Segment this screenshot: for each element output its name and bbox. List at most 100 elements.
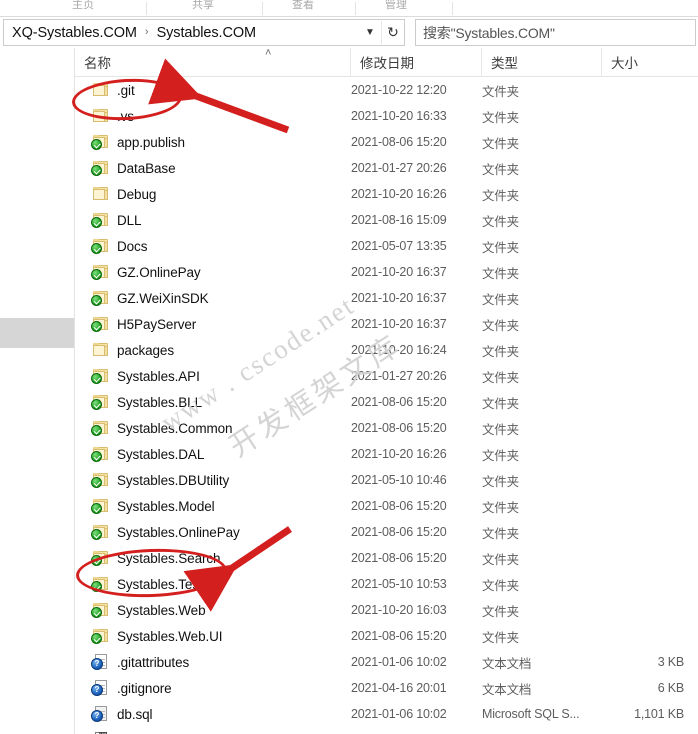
status-check-overlay-icon xyxy=(91,451,102,462)
navigation-pane[interactable] xyxy=(0,48,75,734)
column-header-size[interactable]: 大小 xyxy=(601,48,698,76)
status-check-overlay-icon xyxy=(91,425,102,436)
table-row[interactable]: .vs2021-10-20 16:33文件夹 xyxy=(75,103,698,129)
file-name-label: .git xyxy=(117,83,135,98)
breadcrumb-item-root[interactable]: XQ-Systables.COM xyxy=(4,25,139,41)
cell-name: app.publish xyxy=(76,134,351,150)
file-name-label: Systables.Common xyxy=(117,421,232,436)
cell-date: 2021-08-06 15:20 xyxy=(351,395,482,409)
table-row[interactable]: ?db.sql2021-01-06 10:02Microsoft SQL S..… xyxy=(75,701,698,727)
cell-date: 2021-08-16 15:09 xyxy=(351,213,482,227)
table-row[interactable]: GZ.WeiXinSDK2021-10-20 16:37文件夹 xyxy=(75,285,698,311)
table-row[interactable]: GZ.OnlinePay2021-10-20 16:37文件夹 xyxy=(75,259,698,285)
status-check-overlay-icon xyxy=(91,581,102,592)
ribbon-tab-view[interactable]: 查看 xyxy=(292,0,314,12)
cell-date: 2021-08-06 15:20 xyxy=(351,499,482,513)
cell-type: 文件夹 xyxy=(482,263,602,282)
status-question-overlay-icon: ? xyxy=(91,684,103,696)
cell-size: 6 KB xyxy=(602,681,684,695)
file-name-label: Systables.DAL xyxy=(117,447,204,462)
table-row[interactable]: .git2021-10-22 12:20文件夹 xyxy=(75,77,698,103)
cell-date: 2021-10-20 16:33 xyxy=(351,109,482,123)
file-name-label: app.publish xyxy=(117,135,185,150)
folder-icon xyxy=(92,472,109,488)
folder-icon xyxy=(92,108,109,124)
cell-type: 文件夹 xyxy=(482,81,602,100)
cell-type: Microsoft SQL S... xyxy=(482,707,602,721)
table-row[interactable]: Systables.Search2021-08-06 15:20文件夹 xyxy=(75,545,698,571)
cell-type: 文件夹 xyxy=(482,575,602,594)
file-name-label: GZ.OnlinePay xyxy=(117,265,201,280)
cell-name: Systables.Common xyxy=(76,420,351,436)
cell-type: 文件夹 xyxy=(482,523,602,542)
cell-date: 2021-01-27 20:26 xyxy=(351,369,482,383)
cell-size: 1,101 KB xyxy=(602,707,684,721)
address-bar[interactable]: XQ-Systables.COM › Systables.COM ▼ ↻ xyxy=(3,19,405,46)
cell-name: DataBase xyxy=(76,160,351,176)
file-name-label: Debug xyxy=(117,187,156,202)
table-row[interactable]: Systables.Web2021-10-20 16:03文件夹 xyxy=(75,597,698,623)
status-check-overlay-icon xyxy=(91,139,102,150)
cell-type: 文件夹 xyxy=(482,367,602,386)
table-row[interactable]: Systables.OnlinePay2021-08-06 15:20文件夹 xyxy=(75,519,698,545)
ribbon-tab-manage[interactable]: 管理 xyxy=(385,0,407,12)
table-row[interactable]: DataBase2021-01-27 20:26文件夹 xyxy=(75,155,698,181)
table-row[interactable]: Systables.BLL2021-08-06 15:20文件夹 xyxy=(75,389,698,415)
file-name-label: Systables.Tester xyxy=(117,577,214,592)
table-row[interactable]: Systables.API 2021-01-27 20:26文件夹 xyxy=(75,363,698,389)
chevron-down-icon[interactable]: ▼ xyxy=(359,21,381,44)
file-name-label: Systables.Search xyxy=(117,551,220,566)
table-row[interactable]: Systables.Model2021-08-06 15:20文件夹 xyxy=(75,493,698,519)
table-row[interactable]: Systables.Web.UI2021-08-06 15:20文件夹 xyxy=(75,623,698,649)
file-name-label: Systables.API xyxy=(117,369,200,384)
search-input[interactable]: 搜索"Systables.COM" xyxy=(416,23,555,43)
table-row[interactable]: Debug2021-10-20 16:26文件夹 xyxy=(75,181,698,207)
table-row[interactable]: VS?H5PayServer.sln2021-08-06 15:20Visual… xyxy=(75,727,698,734)
cell-date: 2021-01-27 20:26 xyxy=(351,161,482,175)
table-row[interactable]: Systables.DAL2021-10-20 16:26文件夹 xyxy=(75,441,698,467)
file-list-pane: 名称 修改日期 类型 大小 ˄ .git2021-10-22 12:20文件夹.… xyxy=(75,48,698,734)
folder-icon xyxy=(92,576,109,592)
cell-type: 文件夹 xyxy=(482,315,602,334)
cell-name: Systables.Web xyxy=(76,602,351,618)
cell-name: Systables.DAL xyxy=(76,446,351,462)
folder-glyph xyxy=(93,109,108,122)
cell-type: 文本文档 xyxy=(482,679,602,698)
breadcrumb-item-current[interactable]: Systables.COM xyxy=(155,25,258,41)
folder-icon xyxy=(92,186,109,202)
cell-date: 2021-10-20 16:03 xyxy=(351,603,482,617)
table-row[interactable]: Systables.Tester2021-05-10 10:53文件夹 xyxy=(75,571,698,597)
cell-name: Systables.Web.UI xyxy=(76,628,351,644)
ribbon-divider xyxy=(262,2,263,15)
ribbon-tab-share[interactable]: 共享 xyxy=(192,0,214,12)
refresh-icon[interactable]: ↻ xyxy=(381,21,404,44)
search-box[interactable]: 搜索"Systables.COM" xyxy=(415,19,696,46)
table-row[interactable]: Docs2021-05-07 13:35文件夹 xyxy=(75,233,698,259)
table-row[interactable]: Systables.DBUtility2021-05-10 10:46文件夹 xyxy=(75,467,698,493)
file-name-label: Systables.Web xyxy=(117,603,206,618)
column-header-type[interactable]: 类型 xyxy=(481,48,601,76)
table-row[interactable]: ?.gitignore2021-04-16 20:01文本文档6 KB xyxy=(75,675,698,701)
table-row[interactable]: packages2021-10-20 16:24文件夹 xyxy=(75,337,698,363)
table-row[interactable]: Systables.Common2021-08-06 15:20文件夹 xyxy=(75,415,698,441)
sort-ascending-icon: ˄ xyxy=(265,47,271,59)
table-row[interactable]: ?.gitattributes2021-01-06 10:02文本文档3 KB xyxy=(75,649,698,675)
file-explorer-window: 主页 共享 查看 管理 XQ-Systables.COM › Systables… xyxy=(0,0,698,734)
table-row[interactable]: app.publish2021-08-06 15:20文件夹 xyxy=(75,129,698,155)
status-check-overlay-icon xyxy=(91,529,102,540)
cell-name: Systables.Tester xyxy=(76,576,351,592)
folder-icon xyxy=(92,394,109,410)
cell-date: 2021-10-20 16:26 xyxy=(351,187,482,201)
table-row[interactable]: H5PayServer2021-10-20 16:37文件夹 xyxy=(75,311,698,337)
column-header-name[interactable]: 名称 xyxy=(75,48,350,76)
ribbon-tab-home[interactable]: 主页 xyxy=(72,0,94,12)
cell-name: Docs xyxy=(76,238,351,254)
file-name-label: Systables.Model xyxy=(117,499,215,514)
cell-date: 2021-08-06 15:20 xyxy=(351,421,482,435)
cell-type: 文本文档 xyxy=(482,653,602,672)
cell-date: 2021-10-20 16:26 xyxy=(351,447,482,461)
cell-name: Systables.BLL xyxy=(76,394,351,410)
file-name-label: DLL xyxy=(117,213,141,228)
table-row[interactable]: DLL2021-08-16 15:09文件夹 xyxy=(75,207,698,233)
column-header-date[interactable]: 修改日期 xyxy=(350,48,481,76)
